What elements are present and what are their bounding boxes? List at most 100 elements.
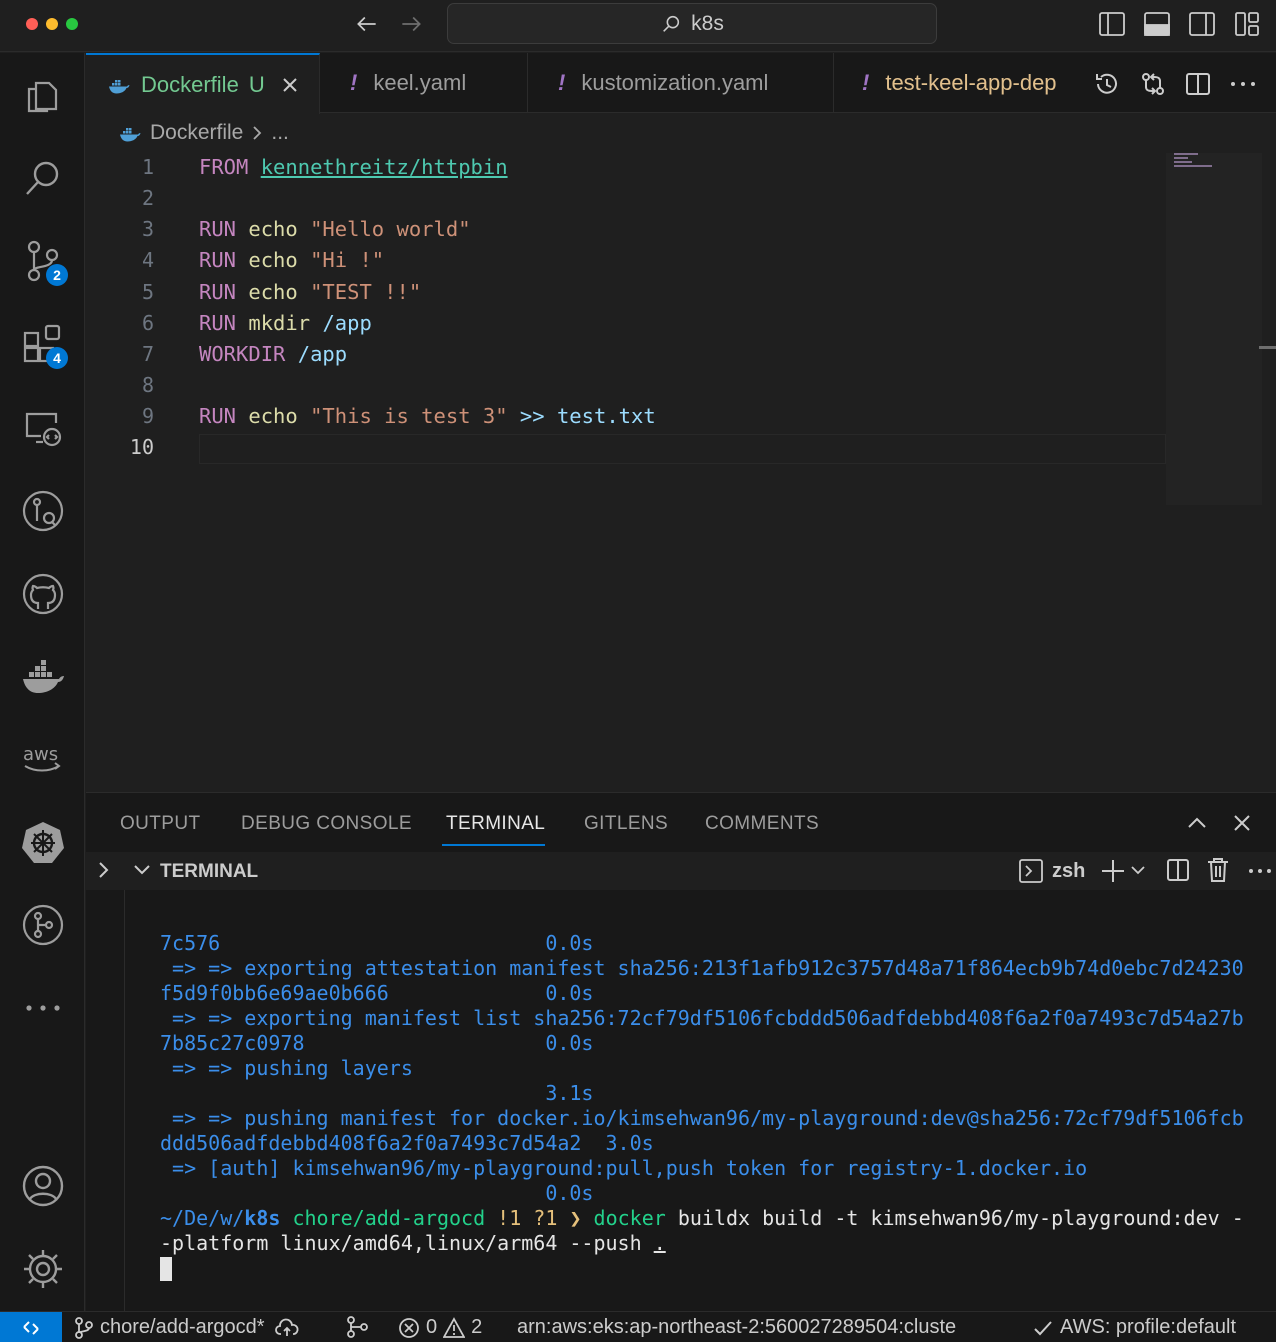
chevron-right-icon[interactable] [96,860,112,880]
github-icon[interactable] [20,571,66,617]
more-actions-icon[interactable] [1248,868,1272,874]
line-number: 5 [141,280,154,304]
more-icon[interactable] [20,985,66,1031]
timeline-history-icon[interactable] [1094,71,1120,97]
breadcrumb-more[interactable]: ... [271,121,289,145]
terminal-line: 3.1s [160,1081,594,1105]
terminal-line: ddd506adfdebbd408f6a2f0a7493c7d54a2 3.0s [160,1131,654,1155]
code-line[interactable]: RUN echo "Hello world" [199,217,471,241]
code-line[interactable]: FROM kennethreitz/httpbin [199,155,508,179]
problems-status[interactable]: 0 2 [398,1316,482,1339]
terminal-output[interactable]: 7c576 0.0s => => exporting attestation m… [124,890,1276,1312]
terminal-line: f5d9f0bb6e69ae0b666 0.0s [160,981,594,1005]
code-line[interactable]: WORKDIR /app [199,342,347,366]
split-terminal-icon[interactable] [1166,858,1190,882]
tab-terminal[interactable]: TERMINAL [446,813,545,835]
line-number: 1 [141,155,154,179]
tab-label: test-keel-app-dep [885,70,1057,95]
close-tab-icon[interactable] [281,76,299,94]
back-arrow-icon[interactable] [354,11,380,37]
customize-layout-icon[interactable] [1234,11,1260,37]
maximize-panel-icon[interactable] [1186,813,1208,833]
yaml-file-icon: ! [862,70,870,95]
code-line[interactable]: RUN echo "TEST !!" [199,280,421,304]
prompt-args: buildx build -t kimsehwan96/my-playgroun… [665,1206,1244,1230]
tab-label: keel.yaml [373,70,467,95]
tab-kustomization-yaml[interactable]: ! kustomization.yaml [528,53,834,113]
code-line[interactable]: RUN echo "This is test 3" >> test.txt [199,404,656,428]
compare-changes-icon[interactable] [1140,71,1166,97]
pull-requests-icon[interactable] [20,488,66,534]
line-number: 2 [141,186,154,210]
new-terminal-icon[interactable] [1100,858,1126,884]
docker-file-icon [106,75,132,95]
chevron-down-icon[interactable] [132,860,152,880]
search-icon[interactable] [20,155,66,201]
command-center-search[interactable]: k8s [447,3,937,44]
zoom-window-button[interactable] [66,18,78,30]
title-bar: k8s [0,0,1276,52]
shell-prompt: ~/De/w/k8s chore/add-argocd !1 ?1 ❯ dock… [160,1206,1244,1230]
branch-name: chore/add-argocd* [100,1316,265,1338]
minimize-window-button[interactable] [46,18,58,30]
kubernetes-icon[interactable] [20,819,66,865]
remote-indicator[interactable] [0,1312,62,1342]
extensions-icon[interactable]: 4 [20,321,68,369]
aws-profile-label: AWS: profile:default [1060,1316,1237,1338]
tab-debug-console[interactable]: DEBUG CONSOLE [241,813,412,835]
breadcrumb-file[interactable]: Dockerfile [150,121,243,145]
minimap-slider[interactable] [1166,153,1262,505]
prompt-command: docker [593,1206,666,1230]
kubernetes-context[interactable]: arn:aws:eks:ap-northeast-2:560027289504:… [517,1316,1013,1339]
untracked-status: U [248,71,265,97]
account-icon[interactable] [20,1163,66,1209]
gitlens-graph-icon[interactable] [346,1316,370,1338]
settings-gear-icon[interactable] [20,1246,66,1292]
terminal-section-title: TERMINAL [160,861,259,882]
terminal-shell-name[interactable]: zsh [1052,860,1085,883]
close-panel-icon[interactable] [1232,813,1252,833]
toggle-primary-sidebar-icon[interactable] [1098,11,1126,37]
terminal-line: => => exporting manifest list sha256:72c… [160,1006,1244,1030]
aws-icon[interactable]: aws [20,735,66,781]
line-number: 3 [141,217,154,241]
tab-comments[interactable]: COMMENTS [705,813,819,835]
error-icon [398,1317,420,1339]
search-text: k8s [691,11,724,35]
git-branch-status[interactable]: chore/add-argocd* [74,1316,299,1339]
docker-icon[interactable] [20,653,66,699]
code-line[interactable]: RUN mkdir /app [199,311,372,335]
aws-profile-status[interactable]: AWS: profile:default [1032,1316,1236,1339]
source-control-icon[interactable]: 2 [20,238,68,286]
close-window-button[interactable] [26,18,38,30]
more-actions-icon[interactable] [1230,81,1256,87]
tab-keel-yaml[interactable]: ! keel.yaml [320,53,528,113]
tab-gitlens[interactable]: GITLENS [584,813,668,835]
error-count: 0 [426,1316,438,1338]
status-bar: chore/add-argocd* 0 2 arn:aws:eks:ap-nor… [0,1311,1276,1342]
forward-arrow-icon[interactable] [398,11,424,37]
split-editor-icon[interactable] [1185,71,1211,97]
chevron-down-icon[interactable] [1130,862,1146,878]
terminal-shell-icon [1018,858,1044,884]
shell-prompt-continuation: -platform linux/amd64,linux/arm64 --push… [160,1231,666,1255]
line-number: 9 [141,404,154,428]
check-icon [1032,1318,1054,1338]
current-line-highlight [199,434,1166,464]
gitlens-icon[interactable] [20,902,66,948]
tab-dockerfile[interactable]: Dockerfile U [86,53,320,114]
tab-output[interactable]: OUTPUT [120,813,201,835]
cloud-upload-icon[interactable] [274,1318,299,1338]
toggle-panel-icon[interactable] [1143,11,1171,37]
code-line[interactable]: RUN echo "Hi !" [199,248,384,272]
overview-ruler-cursor [1259,346,1276,349]
remote-icon [21,1318,41,1338]
tab-test-keel-app-dep[interactable]: ! test-keel-app-dep [834,53,1086,113]
remote-explorer-icon[interactable] [20,405,66,451]
editor-tabs: Dockerfile U ! keel.yaml ! kustomization… [86,53,1276,114]
toggle-secondary-sidebar-icon[interactable] [1188,11,1216,37]
terminal-line: => => exporting attestation manifest sha… [160,956,1244,980]
trash-icon[interactable] [1206,857,1230,883]
explorer-icon[interactable] [20,73,66,119]
line-number: 7 [141,342,154,366]
